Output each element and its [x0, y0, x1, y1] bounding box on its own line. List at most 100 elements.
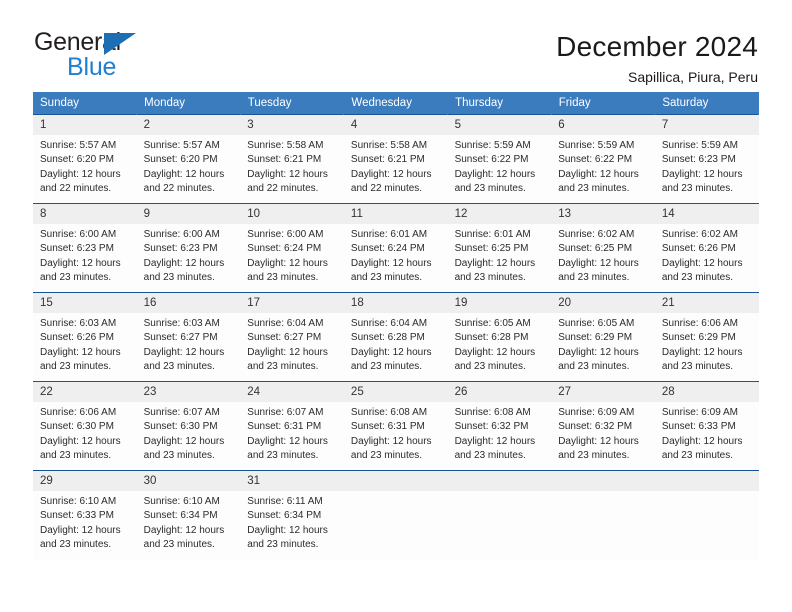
- calendar-day-cell[interactable]: 10 Sunrise: 6:00 AM Sunset: 6:24 PM Dayligh…: [240, 203, 344, 293]
- calendar-day-cell[interactable]: 22 Sunrise: 6:06 AM Sunset: 6:30 PM Dayligh…: [33, 381, 137, 471]
- calendar-day-cell[interactable]: 23 Sunrise: 6:07 AM Sunset: 6:30 PM Dayligh…: [136, 381, 241, 471]
- day-details: Sunrise: 6:08 AM Sunset: 6:32 PM Daylight:…: [448, 402, 552, 464]
- daylight-text-line2: and 23 minutes.: [247, 272, 319, 284]
- weekday-header-wednesday: Wednesday: [343, 92, 449, 115]
- daylight-text-line2: and 22 minutes.: [40, 183, 112, 195]
- calendar-day-cell[interactable]: 13 Sunrise: 6:02 AM Sunset: 6:25 PM Dayligh…: [551, 203, 655, 293]
- sunrise-text: Sunrise: 6:01 AM: [350, 229, 428, 240]
- sunrise-text: Sunrise: 6:03 AM: [40, 318, 117, 329]
- day-details: Sunrise: 5:59 AM Sunset: 6:23 PM Daylight:…: [655, 135, 759, 197]
- calendar-day-cell[interactable]: 3 Sunrise: 5:58 AM Sunset: 6:21 PM Daylight…: [240, 114, 344, 204]
- calendar-day-cell[interactable]: 5 Sunrise: 5:59 AM Sunset: 6:22 PM Daylight…: [447, 114, 552, 204]
- sunrise-text: Sunrise: 6:00 AM: [143, 229, 220, 240]
- calendar-day-cell[interactable]: 27 Sunrise: 6:09 AM Sunset: 6:32 PM Dayligh…: [551, 381, 655, 471]
- calendar-grid: Sunday Monday Tuesday Wednesday Thursday Frid…: [33, 92, 759, 560]
- daylight-text-line2: and 22 minutes.: [143, 183, 215, 195]
- day-details: Sunrise: 5:59 AM Sunset: 6:22 PM Daylight:…: [551, 135, 655, 197]
- daylight-text-line2: and 23 minutes.: [40, 450, 112, 462]
- calendar-day-cell[interactable]: 1 Sunrise: 5:57 AM Sunset: 6:20 PM Daylight…: [33, 114, 137, 204]
- calendar-day-cell[interactable]: 24 Sunrise: 6:07 AM Sunset: 6:31 PM Dayligh…: [240, 381, 344, 471]
- calendar-day-cell[interactable]: 12 Sunrise: 6:01 AM Sunset: 6:25 PM Dayligh…: [447, 203, 552, 293]
- sunrise-text: Sunrise: 5:59 AM: [558, 140, 635, 151]
- sunrise-text: Sunrise: 6:06 AM: [661, 318, 738, 329]
- calendar-day-cell[interactable]: 20 Sunrise: 6:05 AM Sunset: 6:29 PM Dayligh…: [551, 292, 655, 382]
- calendar-day-cell[interactable]: 11 Sunrise: 6:01 AM Sunset: 6:24 PM Dayligh…: [343, 203, 448, 293]
- sunset-text: Sunset: 6:27 PM: [247, 332, 322, 344]
- day-number: 6: [551, 115, 655, 135]
- daylight-text-line2: and 23 minutes.: [350, 361, 423, 373]
- daylight-text-line1: Daylight: 12 hours: [454, 435, 536, 447]
- daylight-text-line2: and 23 minutes.: [40, 361, 112, 373]
- day-number: 12: [447, 204, 552, 224]
- daylight-text-line1: Daylight: 12 hours: [454, 257, 536, 269]
- daylight-text-line2: and 23 minutes.: [247, 361, 319, 373]
- page-title: December 2024: [556, 31, 758, 62]
- calendar-day-cell[interactable]: 4 Sunrise: 5:58 AM Sunset: 6:21 PM Daylight…: [343, 114, 448, 204]
- daylight-text-line2: and 23 minutes.: [558, 183, 630, 195]
- day-number: 5: [447, 115, 552, 135]
- calendar-day-cell-empty: [447, 470, 552, 560]
- day-number: [343, 471, 448, 491]
- calendar-day-cell[interactable]: 31 Sunrise: 6:11 AM Sunset: 6:34 PM Dayligh…: [240, 470, 344, 560]
- calendar-day-cell[interactable]: 14 Sunrise: 6:02 AM Sunset: 6:26 PM Dayligh…: [654, 203, 759, 293]
- calendar-day-cell[interactable]: 6 Sunrise: 5:59 AM Sunset: 6:22 PM Daylight…: [551, 114, 655, 204]
- weekday-header-saturday: Saturday: [654, 92, 759, 115]
- weekday-header-friday: Friday: [551, 92, 656, 115]
- sunrise-text: Sunrise: 6:00 AM: [40, 229, 117, 240]
- calendar-day-cell[interactable]: 9 Sunrise: 6:00 AM Sunset: 6:23 PM Daylight…: [136, 203, 241, 293]
- calendar-day-cell[interactable]: 8 Sunrise: 6:00 AM Sunset: 6:23 PM Daylight…: [33, 203, 137, 293]
- calendar-day-cell[interactable]: 30 Sunrise: 6:10 AM Sunset: 6:34 PM Dayligh…: [136, 470, 241, 560]
- daylight-text-line2: and 23 minutes.: [40, 539, 112, 551]
- calendar-day-cell[interactable]: 17 Sunrise: 6:04 AM Sunset: 6:27 PM Dayligh…: [240, 292, 344, 382]
- calendar-day-cell[interactable]: 19 Sunrise: 6:05 AM Sunset: 6:28 PM Dayligh…: [447, 292, 552, 382]
- day-number: 19: [447, 293, 552, 313]
- sunrise-text: Sunrise: 6:11 AM: [247, 496, 323, 507]
- day-details: Sunrise: 6:10 AM Sunset: 6:33 PM Daylight:…: [33, 491, 137, 553]
- weekday-header-thursday: Thursday: [447, 92, 552, 115]
- sunset-text: Sunset: 6:27 PM: [143, 332, 218, 344]
- calendar-day-cell[interactable]: 7 Sunrise: 5:59 AM Sunset: 6:23 PM Daylight…: [654, 114, 759, 204]
- day-number: 17: [240, 293, 344, 313]
- generalblue-logo[interactable]: General Blue: [34, 30, 174, 84]
- sunset-text: Sunset: 6:33 PM: [40, 510, 114, 522]
- daylight-text-line2: and 23 minutes.: [350, 272, 423, 284]
- day-number: 7: [654, 115, 759, 135]
- daylight-text-line2: and 23 minutes.: [350, 450, 423, 462]
- calendar-day-cell[interactable]: 28 Sunrise: 6:09 AM Sunset: 6:33 PM Dayligh…: [654, 381, 759, 471]
- day-number: [551, 471, 655, 491]
- calendar-day-cell[interactable]: 16 Sunrise: 6:03 AM Sunset: 6:27 PM Dayligh…: [136, 292, 241, 382]
- sunset-text: Sunset: 6:34 PM: [143, 510, 218, 522]
- daylight-text-line2: and 23 minutes.: [454, 450, 526, 462]
- daylight-text-line1: Daylight: 12 hours: [247, 257, 328, 269]
- daylight-text-line1: Daylight: 12 hours: [40, 257, 121, 269]
- daylight-text-line2: and 23 minutes.: [558, 272, 630, 284]
- calendar-week-row: 8 Sunrise: 6:00 AM Sunset: 6:23 PM Daylight…: [33, 203, 759, 293]
- sunrise-text: Sunrise: 6:05 AM: [558, 318, 635, 329]
- sunset-text: Sunset: 6:24 PM: [350, 243, 425, 255]
- sunrise-text: Sunrise: 6:08 AM: [454, 407, 531, 418]
- calendar-day-cell[interactable]: 2 Sunrise: 5:57 AM Sunset: 6:20 PM Daylight…: [136, 114, 241, 204]
- daylight-text-line2: and 22 minutes.: [247, 183, 319, 195]
- title-block: December 2024 Sapillica, Piura, Peru: [556, 30, 758, 88]
- calendar-day-cell[interactable]: 26 Sunrise: 6:08 AM Sunset: 6:32 PM Dayligh…: [447, 381, 552, 471]
- day-number: 1: [33, 115, 137, 135]
- daylight-text-line2: and 23 minutes.: [143, 450, 215, 462]
- day-details: Sunrise: 6:05 AM Sunset: 6:28 PM Daylight:…: [448, 313, 552, 375]
- calendar-day-cell[interactable]: 15 Sunrise: 6:03 AM Sunset: 6:26 PM Dayligh…: [33, 292, 137, 382]
- day-number: 20: [551, 293, 655, 313]
- sunset-text: Sunset: 6:31 PM: [350, 421, 425, 433]
- calendar-day-cell[interactable]: 18 Sunrise: 6:04 AM Sunset: 6:28 PM Dayligh…: [343, 292, 448, 382]
- sunset-text: Sunset: 6:28 PM: [454, 332, 529, 344]
- daylight-text-line1: Daylight: 12 hours: [558, 168, 639, 180]
- sunset-text: Sunset: 6:28 PM: [350, 332, 425, 344]
- sunset-text: Sunset: 6:23 PM: [40, 243, 114, 255]
- calendar-day-cell[interactable]: 21 Sunrise: 6:06 AM Sunset: 6:29 PM Dayligh…: [654, 292, 759, 382]
- day-details: Sunrise: 6:09 AM Sunset: 6:33 PM Daylight:…: [655, 402, 759, 464]
- sunset-text: Sunset: 6:26 PM: [40, 332, 114, 344]
- calendar-day-cell[interactable]: 25 Sunrise: 6:08 AM Sunset: 6:31 PM Dayligh…: [343, 381, 448, 471]
- day-details: Sunrise: 6:00 AM Sunset: 6:23 PM Daylight:…: [137, 224, 241, 286]
- sunset-text: Sunset: 6:21 PM: [350, 154, 425, 166]
- daylight-text-line1: Daylight: 12 hours: [350, 257, 432, 269]
- calendar-week-row: 15 Sunrise: 6:03 AM Sunset: 6:26 PM Dayligh…: [33, 292, 759, 382]
- calendar-day-cell[interactable]: 29 Sunrise: 6:10 AM Sunset: 6:33 PM Dayligh…: [33, 470, 137, 560]
